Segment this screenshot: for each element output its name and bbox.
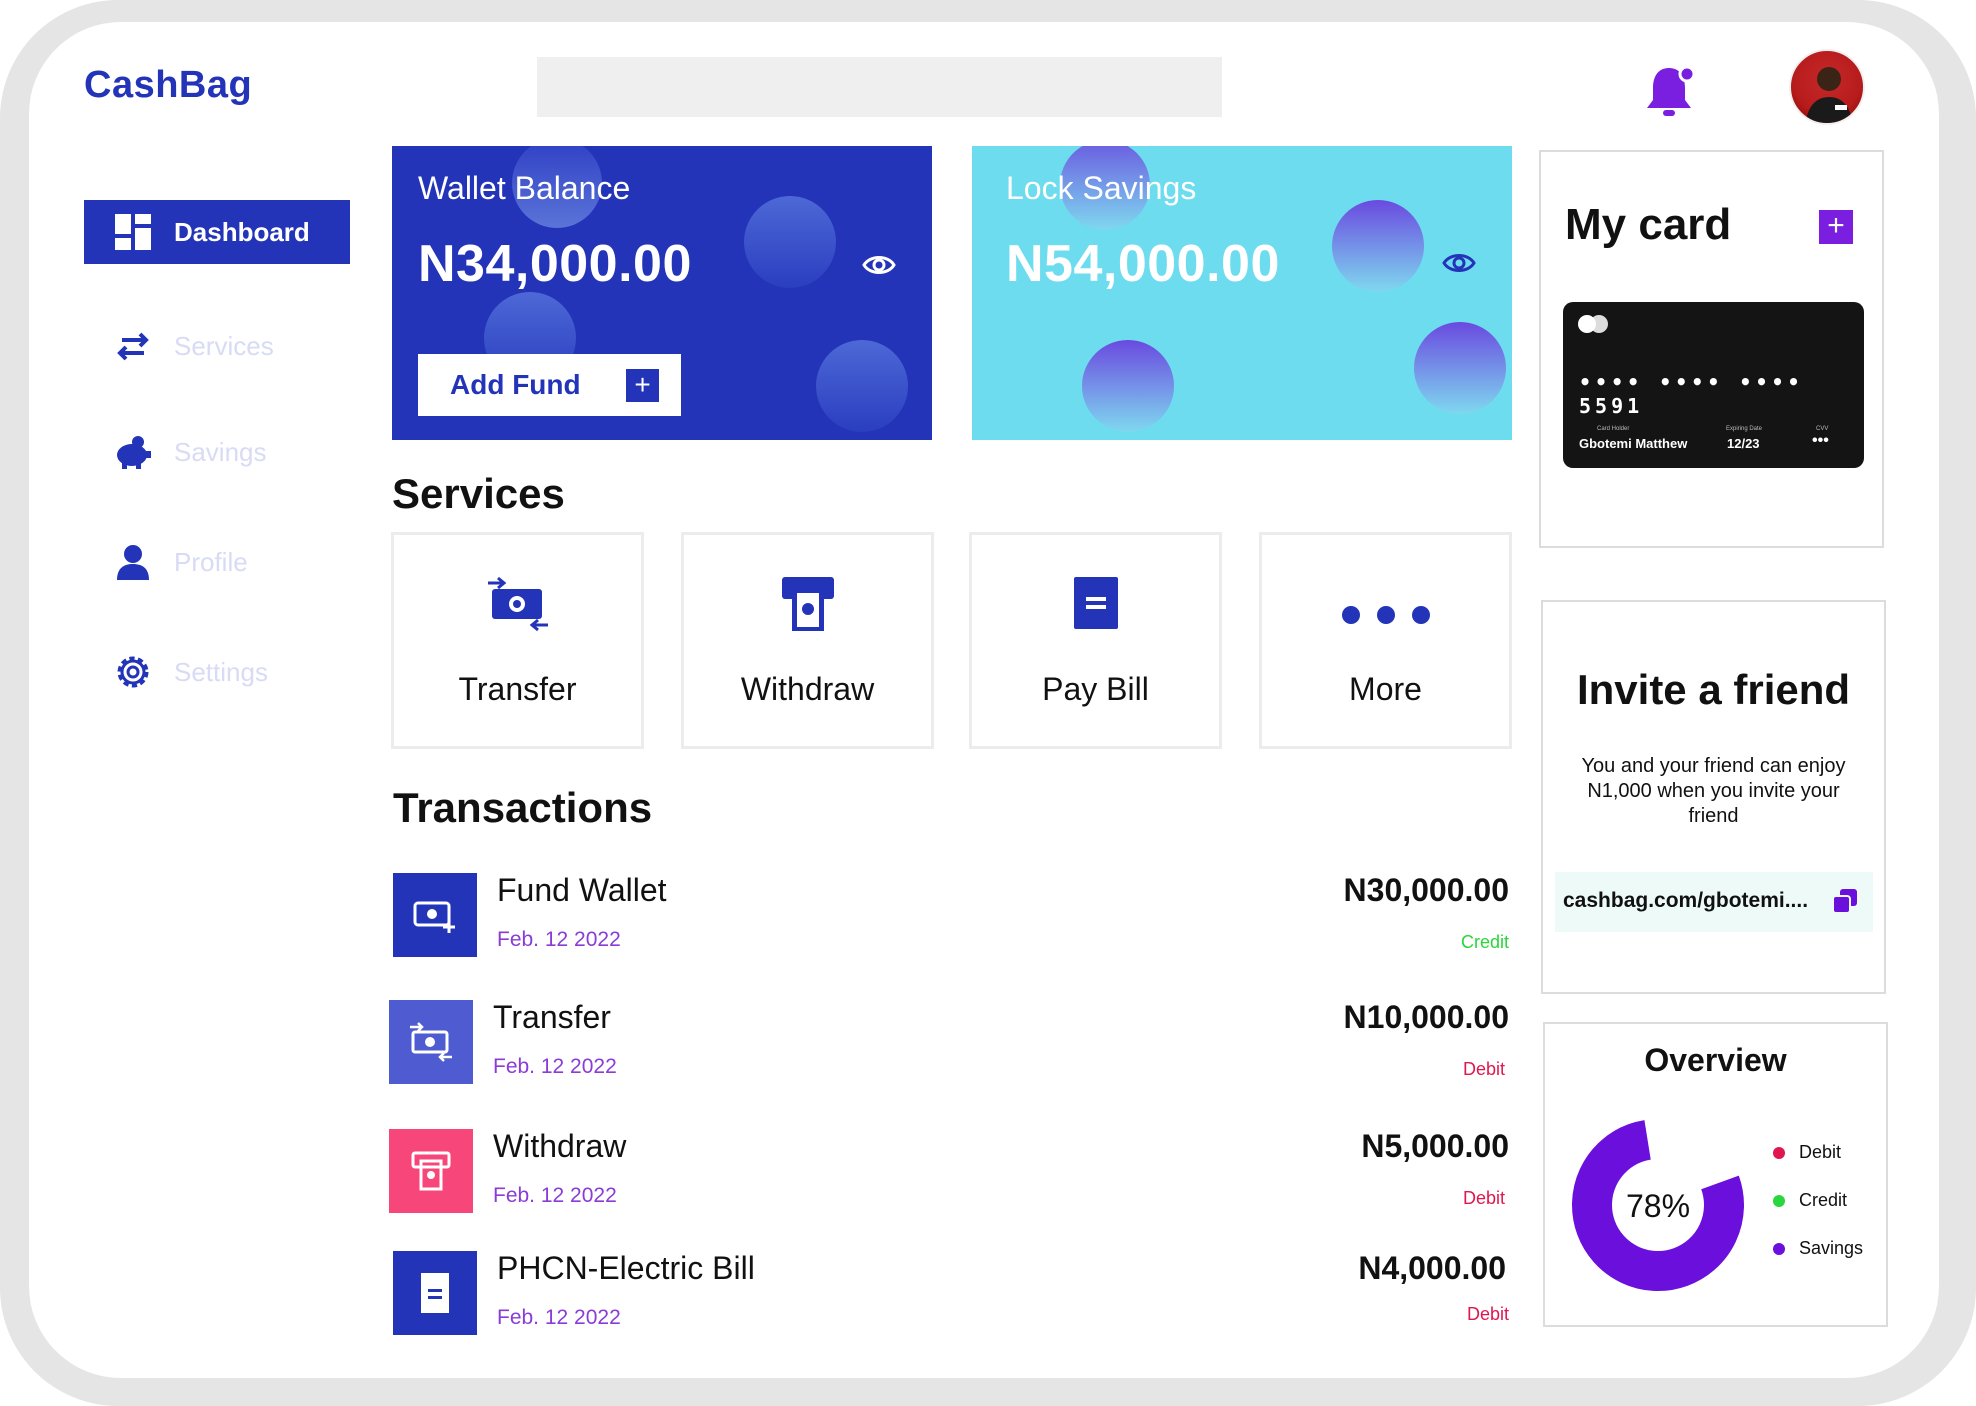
atm-withdraw-icon bbox=[411, 1151, 451, 1191]
sidebar-item-label: Dashboard bbox=[174, 216, 310, 247]
user-avatar[interactable] bbox=[1789, 49, 1865, 125]
card-holder-name: Gbotemi Matthew bbox=[1579, 436, 1688, 451]
tx-type: Debit bbox=[1462, 1188, 1505, 1208]
service-tile-label: Pay Bill bbox=[1042, 671, 1149, 707]
tx-amount: N5,000.00 bbox=[1361, 1128, 1509, 1164]
sidebar-item-services[interactable]: Services bbox=[84, 314, 350, 378]
my-card-panel: My card + •••• •••• •••• 5591 Card Holde… bbox=[1539, 150, 1884, 548]
bank-card[interactable]: •••• •••• •••• 5591 Card Holder Gbotemi … bbox=[1563, 302, 1864, 468]
dashboard-icon bbox=[115, 214, 151, 250]
sidebar-item-label: Savings bbox=[174, 436, 267, 467]
overview-percent: 78% bbox=[1625, 1188, 1691, 1224]
invite-link-box[interactable]: cashbag.com/gbotemi.... bbox=[1555, 872, 1873, 932]
overview-panel: Overview 78% Debit Credit Savings bbox=[1543, 1022, 1888, 1327]
tx-type: Debit bbox=[1462, 1059, 1505, 1079]
transfer-arrows-icon bbox=[117, 332, 149, 361]
tx-amount: N10,000.00 bbox=[1343, 999, 1509, 1035]
sidebar-item-profile[interactable]: Profile bbox=[84, 530, 350, 594]
card-cvv: ••• bbox=[1812, 432, 1829, 449]
lock-savings-card: Lock Savings N54,000.00 bbox=[972, 146, 1512, 440]
atm-withdraw-icon bbox=[781, 577, 834, 631]
legend-dot-savings bbox=[1773, 1242, 1785, 1255]
overview-title: Overview bbox=[1644, 1042, 1787, 1078]
app-screen: CashBag Dashboard Services Savings Profi… bbox=[29, 22, 1939, 1378]
tx-date: Feb. 12 2022 bbox=[493, 1055, 617, 1078]
sidebar-item-label: Settings bbox=[174, 656, 268, 687]
more-dots-icon bbox=[1341, 606, 1430, 624]
service-tile-label: Transfer bbox=[458, 671, 577, 707]
tx-name: Transfer bbox=[493, 999, 611, 1035]
app-logo: CashBag bbox=[84, 64, 253, 106]
services-heading: Services bbox=[392, 470, 565, 517]
user-icon bbox=[117, 545, 149, 580]
legend-label: Savings bbox=[1799, 1238, 1864, 1258]
copy-icon[interactable] bbox=[1831, 887, 1859, 915]
legend-dot-credit bbox=[1773, 1194, 1785, 1207]
lock-savings-title: Lock Savings bbox=[1006, 170, 1197, 206]
device-frame: CashBag Dashboard Services Savings Profi… bbox=[0, 0, 1976, 1406]
legend-item-debit: Debit bbox=[1773, 1142, 1841, 1163]
add-fund-label: Add Fund bbox=[450, 369, 581, 400]
legend-label: Credit bbox=[1799, 1190, 1848, 1210]
fund-wallet-icon bbox=[413, 901, 455, 933]
gear-icon bbox=[117, 656, 149, 688]
tx-name: PHCN-Electric Bill bbox=[497, 1250, 755, 1286]
search-input[interactable] bbox=[537, 57, 1222, 117]
legend-label: Debit bbox=[1799, 1142, 1842, 1162]
tx-name: Withdraw bbox=[493, 1128, 627, 1164]
wallet-balance-title: Wallet Balance bbox=[418, 170, 631, 206]
card-chip-icon bbox=[1578, 315, 1608, 333]
service-tile-more[interactable]: More bbox=[1259, 532, 1512, 749]
wallet-balance-card: Wallet Balance N34,000.00 Add Fund + bbox=[392, 146, 932, 440]
tx-icon-withdraw bbox=[389, 1129, 473, 1213]
plus-icon: + bbox=[626, 369, 659, 402]
legend-item-savings: Savings bbox=[1773, 1238, 1863, 1259]
eye-icon[interactable] bbox=[1442, 246, 1476, 280]
service-tile-label: More bbox=[1349, 671, 1422, 707]
money-transfer-icon bbox=[410, 1022, 452, 1062]
money-transfer-icon bbox=[487, 576, 548, 632]
sidebar-item-dashboard[interactable]: Dashboard bbox=[84, 200, 350, 264]
legend-dot-debit bbox=[1773, 1146, 1785, 1159]
card-holder-label: Card Holder bbox=[1597, 426, 1630, 432]
invite-panel: Invite a friend You and your friend can … bbox=[1541, 600, 1886, 994]
card-expiry: 12/23 bbox=[1727, 436, 1760, 451]
service-tile-withdraw[interactable]: Withdraw bbox=[681, 532, 934, 749]
lock-savings-amount: N54,000.00 bbox=[1006, 235, 1280, 293]
transactions-heading: Transactions bbox=[393, 784, 653, 831]
tx-type: Credit bbox=[1460, 932, 1509, 952]
tx-icon-fund-wallet bbox=[393, 873, 477, 957]
invite-title: Invite a friend bbox=[1576, 666, 1851, 713]
service-tile-transfer[interactable]: Transfer bbox=[391, 532, 644, 749]
invite-link: cashbag.com/gbotemi.... bbox=[1563, 889, 1809, 912]
add-card-button[interactable]: + bbox=[1819, 210, 1853, 244]
tx-date: Feb. 12 2022 bbox=[497, 1306, 621, 1329]
service-tile-label: Withdraw bbox=[740, 671, 875, 707]
tx-type: Debit bbox=[1466, 1304, 1509, 1324]
wallet-balance-amount: N34,000.00 bbox=[418, 235, 692, 293]
eye-icon[interactable] bbox=[862, 248, 896, 282]
add-fund-button[interactable]: Add Fund + bbox=[418, 354, 681, 416]
tx-icon-transfer bbox=[389, 1000, 473, 1084]
invite-text: You and your friend can enjoy N1,000 whe… bbox=[1581, 755, 1846, 827]
tx-name: Fund Wallet bbox=[497, 872, 667, 908]
tx-date: Feb. 12 2022 bbox=[493, 1184, 617, 1207]
piggy-bank-icon bbox=[117, 436, 151, 469]
tx-icon-electric-bill bbox=[393, 1251, 477, 1335]
sidebar-item-label: Profile bbox=[174, 546, 248, 577]
service-tile-pay-bill[interactable]: Pay Bill bbox=[969, 532, 1222, 749]
my-card-title: My card bbox=[1565, 200, 1732, 249]
tx-amount: N4,000.00 bbox=[1358, 1250, 1506, 1286]
tx-date: Feb. 12 2022 bbox=[497, 928, 621, 951]
sidebar-item-settings[interactable]: Settings bbox=[84, 640, 350, 704]
bill-icon bbox=[421, 1273, 449, 1313]
sidebar-item-label: Services bbox=[174, 330, 274, 361]
card-expiry-label: Expiring Date bbox=[1726, 426, 1763, 432]
bell-icon[interactable] bbox=[1643, 62, 1699, 122]
bill-icon bbox=[1073, 577, 1118, 629]
sidebar-item-savings[interactable]: Savings bbox=[84, 420, 350, 484]
tx-amount: N30,000.00 bbox=[1343, 872, 1509, 908]
legend-item-credit: Credit bbox=[1773, 1190, 1847, 1211]
card-number: •••• •••• •••• 5591 bbox=[1579, 370, 1804, 418]
